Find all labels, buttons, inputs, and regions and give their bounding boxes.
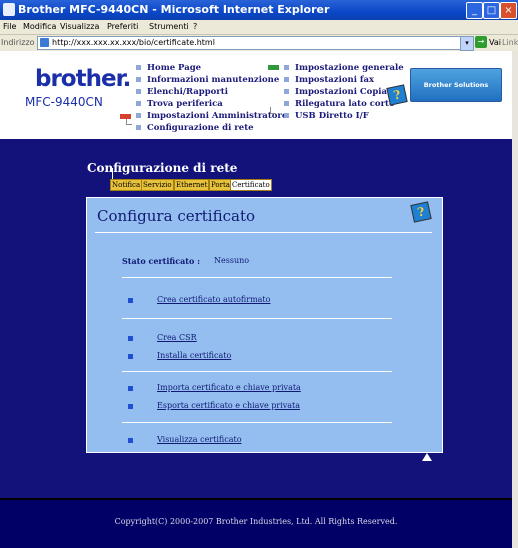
status-label: Stato certificato : (122, 256, 201, 266)
nav-impostazione-generale[interactable]: Impostazione generale (284, 63, 404, 73)
maximize-button[interactable]: □ (483, 2, 500, 19)
help-icon[interactable]: ? (410, 201, 432, 223)
link-esporta-certificato[interactable]: Esporta certificato e chiave privata (157, 401, 300, 410)
certificate-panel: Configura certificato ? Stato certificat… (86, 197, 443, 453)
tab-porta[interactable]: Porta (209, 179, 232, 191)
nav-rilegatura-lato-corto[interactable]: Rilegatura lato corto (284, 99, 395, 109)
page-footer: Copyright(C) 2000-2007 Brother Industrie… (0, 500, 512, 548)
address-dropdown-button[interactable]: ▾ (460, 36, 474, 51)
nav-impostazioni-amministratore[interactable]: Impostazioni Amministratore (136, 111, 287, 121)
help-icon[interactable]: ? (386, 84, 408, 106)
close-button[interactable]: × (500, 2, 517, 19)
divider (122, 371, 392, 372)
menu-bar: File Modifica Visualizza Preferiti Strum… (0, 20, 518, 34)
solutions-center-button[interactable]: Brother Solutions Center (410, 68, 502, 121)
bullet-icon (128, 386, 133, 391)
back-to-top-icon[interactable] (422, 453, 432, 461)
window-title-bar: Brother MFC-9440CN - Microsoft Internet … (0, 0, 518, 20)
tab-ethernet[interactable]: Ethernet (174, 179, 210, 191)
address-url: http://xxx.xxx.xx.xxx/bio/certificate.ht… (52, 38, 215, 47)
minimize-button[interactable]: _ (466, 2, 483, 19)
address-label: Indirizzo (1, 38, 35, 47)
nav-usb-diretto[interactable]: USB Diretto I/F (284, 111, 369, 121)
menu-strumenti[interactable]: Strumenti (149, 22, 189, 31)
panel-title: Configura certificato (97, 207, 255, 225)
window-title: Brother MFC-9440CN - Microsoft Internet … (18, 3, 330, 16)
tab-servizio[interactable]: Servizio (141, 179, 174, 191)
links-button[interactable]: Links (502, 38, 518, 47)
nav-impostazioni-copia[interactable]: Impostazioni Copia (284, 87, 387, 97)
brother-logo: brother. (35, 66, 131, 92)
go-button[interactable]: Vai (489, 38, 501, 47)
menu-modifica[interactable]: Modifica (23, 22, 56, 31)
bullet-icon (128, 404, 133, 409)
nav-impostazioni-fax[interactable]: Impostazioni fax (284, 75, 374, 85)
link-crea-csr[interactable]: Crea CSR (157, 333, 197, 342)
page-content: brother. MFC-9440CN Home Page Informazio… (0, 51, 512, 548)
link-installa-certificato[interactable]: Installa certificato (157, 351, 231, 360)
divider (122, 318, 392, 319)
go-arrow-icon[interactable]: → (475, 36, 487, 48)
page-icon (40, 38, 49, 47)
page-header: brother. MFC-9440CN Home Page Informazio… (0, 51, 512, 139)
bullet-icon (128, 354, 133, 359)
nav-elenchi-rapporti[interactable]: Elenchi/Rapporti (136, 87, 228, 97)
link-crea-certificato-autofirmato[interactable]: Crea certificato autofirmato (157, 295, 270, 304)
bullet-icon (128, 438, 133, 443)
bullet-icon (128, 336, 133, 341)
green-arrow-icon (268, 65, 279, 70)
ie-icon (3, 3, 15, 16)
menu-visualizza[interactable]: Visualizza (60, 22, 99, 31)
link-importa-certificato[interactable]: Importa certificato e chiave privata (157, 383, 301, 392)
nav-informazioni-manutenzione[interactable]: Informazioni manutenzione (136, 75, 279, 85)
vertical-scrollbar[interactable] (512, 51, 518, 548)
status-value: Nessuno (214, 256, 250, 265)
address-input[interactable]: http://xxx.xxx.xx.xxx/bio/certificate.ht… (37, 36, 461, 50)
tree-connector (270, 107, 276, 114)
model-name: MFC-9440CN (25, 95, 103, 109)
divider (95, 232, 432, 233)
divider (122, 277, 392, 278)
menu-help[interactable]: ? (193, 22, 197, 31)
copyright-text: Copyright(C) 2000-2007 Brother Industrie… (114, 517, 398, 526)
section-title: Configurazione di rete (87, 161, 238, 175)
nav-configurazione-di-rete[interactable]: Configurazione di rete (136, 123, 254, 133)
menu-preferiti[interactable]: Preferiti (107, 22, 138, 31)
bullet-icon (128, 298, 133, 303)
menu-file[interactable]: File (3, 22, 16, 31)
link-visualizza-certificato[interactable]: Visualizza certificato (157, 435, 242, 444)
nav-trova-periferica[interactable]: Trova periferica (136, 99, 223, 109)
address-bar: Indirizzo http://xxx.xxx.xx.xxx/bio/cert… (0, 34, 518, 51)
tab-certificato[interactable]: Certificato (230, 179, 272, 191)
divider (122, 422, 392, 423)
nav-home-page[interactable]: Home Page (136, 63, 201, 73)
tab-notifica[interactable]: Notifica (110, 179, 143, 191)
tree-connector (126, 119, 132, 125)
